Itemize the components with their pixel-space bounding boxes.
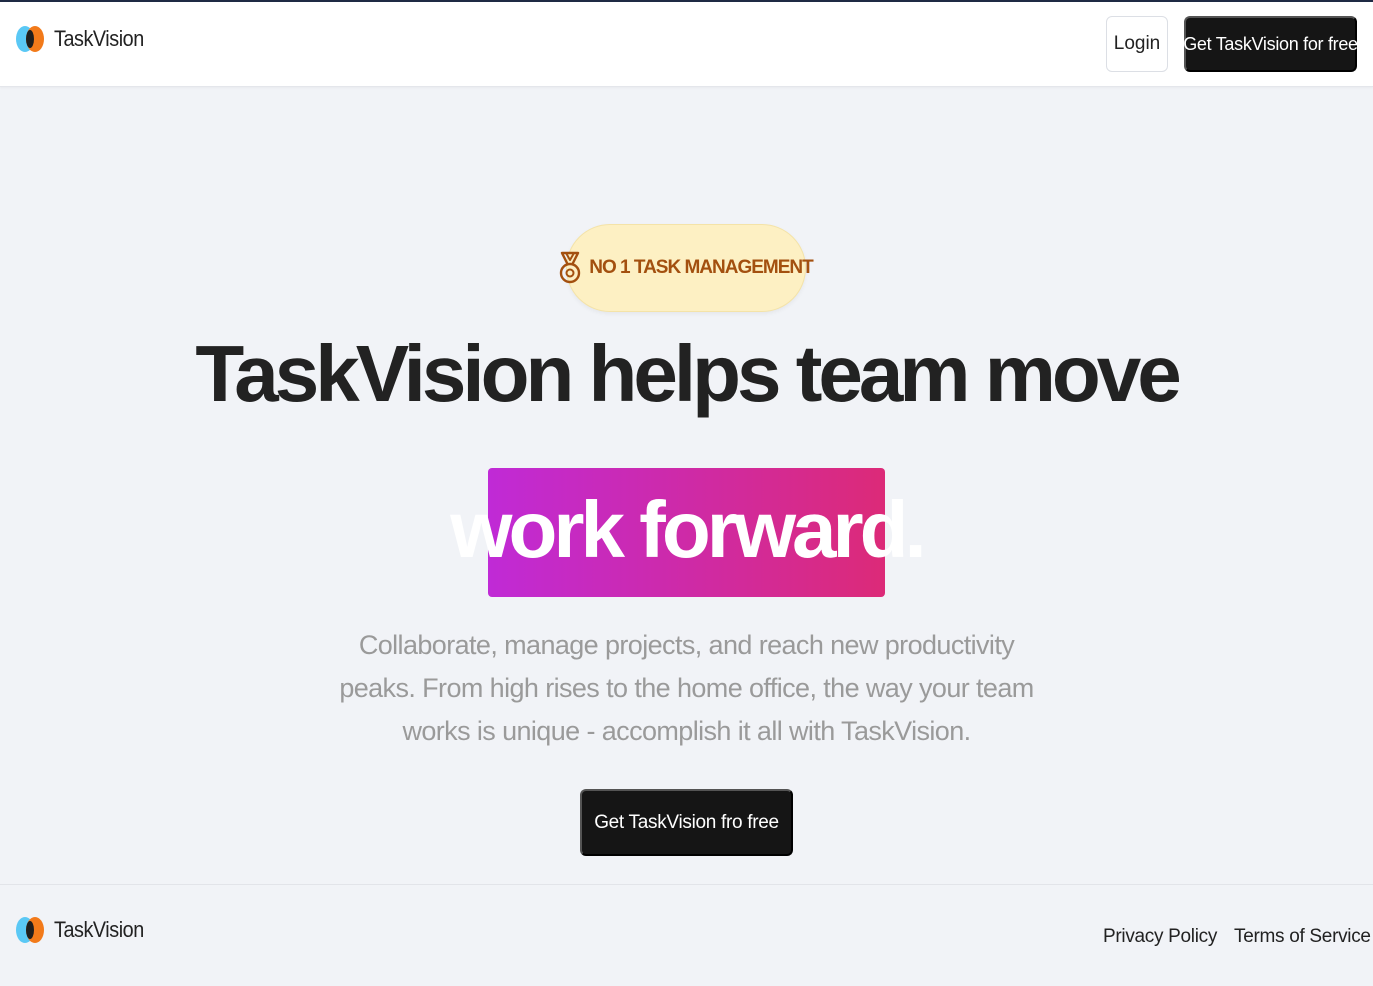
badge-text: NO 1 TASK MANAGEMENT: [589, 257, 813, 278]
hero-description: Collaborate, manage projects, and reach …: [339, 630, 1034, 746]
medal-icon: [559, 251, 581, 285]
get-free-cta-button[interactable]: Get TaskVision fro free: [580, 789, 793, 856]
footer-brand[interactable]: TaskVision: [16, 915, 154, 945]
login-button[interactable]: Login: [1106, 16, 1168, 72]
taskvision-logo-icon: [16, 24, 46, 54]
taskvision-logo-icon: [16, 915, 46, 945]
terms-of-service-link[interactable]: Terms of Service: [1234, 926, 1371, 948]
highlight-text: work forward.: [450, 484, 927, 574]
no1-badge: NO 1 TASK MANAGEMENT: [560, 224, 814, 312]
hero-headline: TaskVision helps team move: [195, 329, 1181, 418]
brand-name: TaskVision: [54, 26, 144, 51]
headline-highlight: work forward.: [450, 468, 927, 597]
header-brand[interactable]: TaskVision: [16, 24, 154, 54]
privacy-policy-link[interactable]: Privacy Policy: [1103, 926, 1217, 948]
footer-brand-name: TaskVision: [54, 917, 144, 942]
site-header: TaskVision Login Get TaskVision for free: [0, 2, 1373, 87]
get-free-header-button[interactable]: Get TaskVision for free: [1183, 16, 1358, 72]
